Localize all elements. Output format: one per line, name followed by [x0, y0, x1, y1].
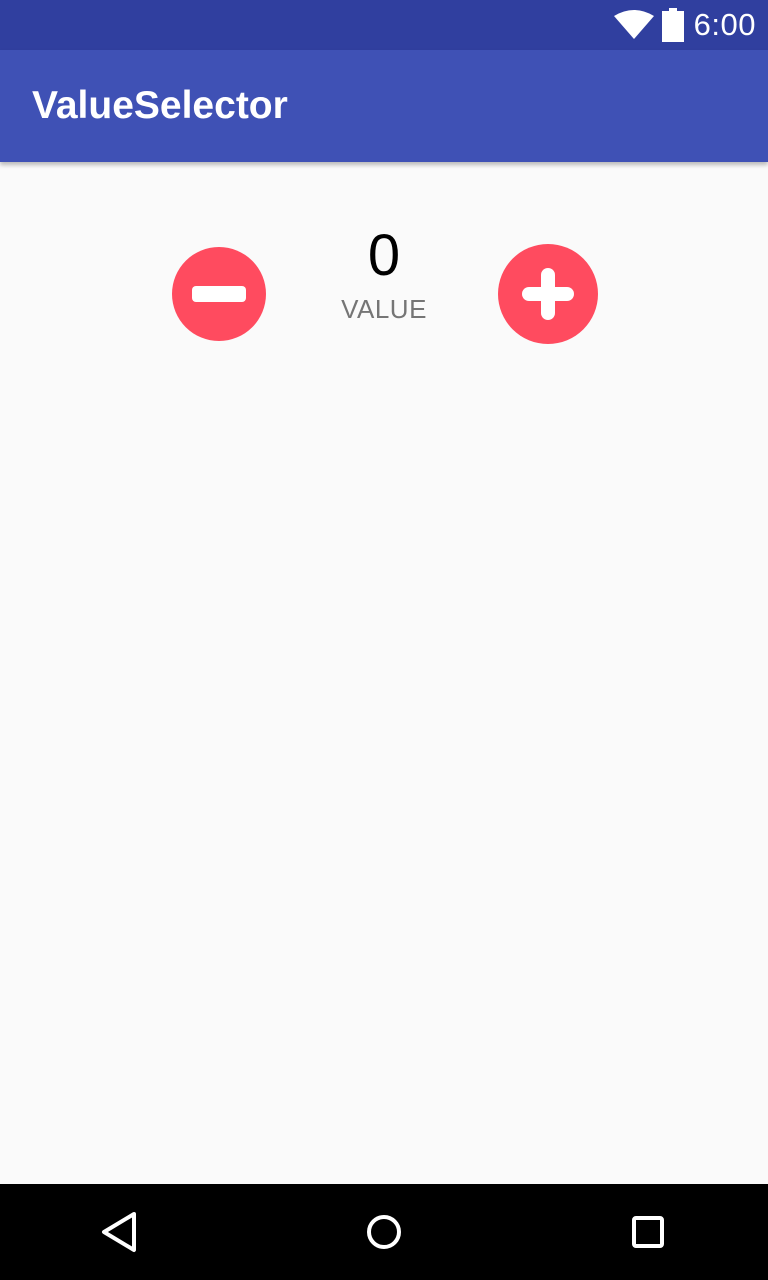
- value-selector: 0 VALUE: [0, 200, 768, 400]
- decrement-button[interactable]: [172, 247, 266, 341]
- back-icon[interactable]: [94, 1206, 146, 1258]
- value-label: VALUE: [341, 294, 427, 324]
- app-bar: ValueSelector: [0, 50, 768, 162]
- minus-icon: [192, 286, 246, 302]
- status-time: 6:00: [693, 7, 756, 42]
- plus-icon: [522, 268, 574, 320]
- app-title: ValueSelector: [32, 84, 288, 127]
- home-icon[interactable]: [358, 1206, 410, 1258]
- status-bar: 6:00: [0, 0, 768, 50]
- value-display: 0: [367, 223, 401, 288]
- navigation-bar: [0, 1184, 768, 1280]
- increment-button[interactable]: [498, 244, 598, 344]
- battery-icon: [661, 8, 684, 42]
- wifi-icon: [613, 10, 654, 40]
- recents-icon[interactable]: [622, 1206, 674, 1258]
